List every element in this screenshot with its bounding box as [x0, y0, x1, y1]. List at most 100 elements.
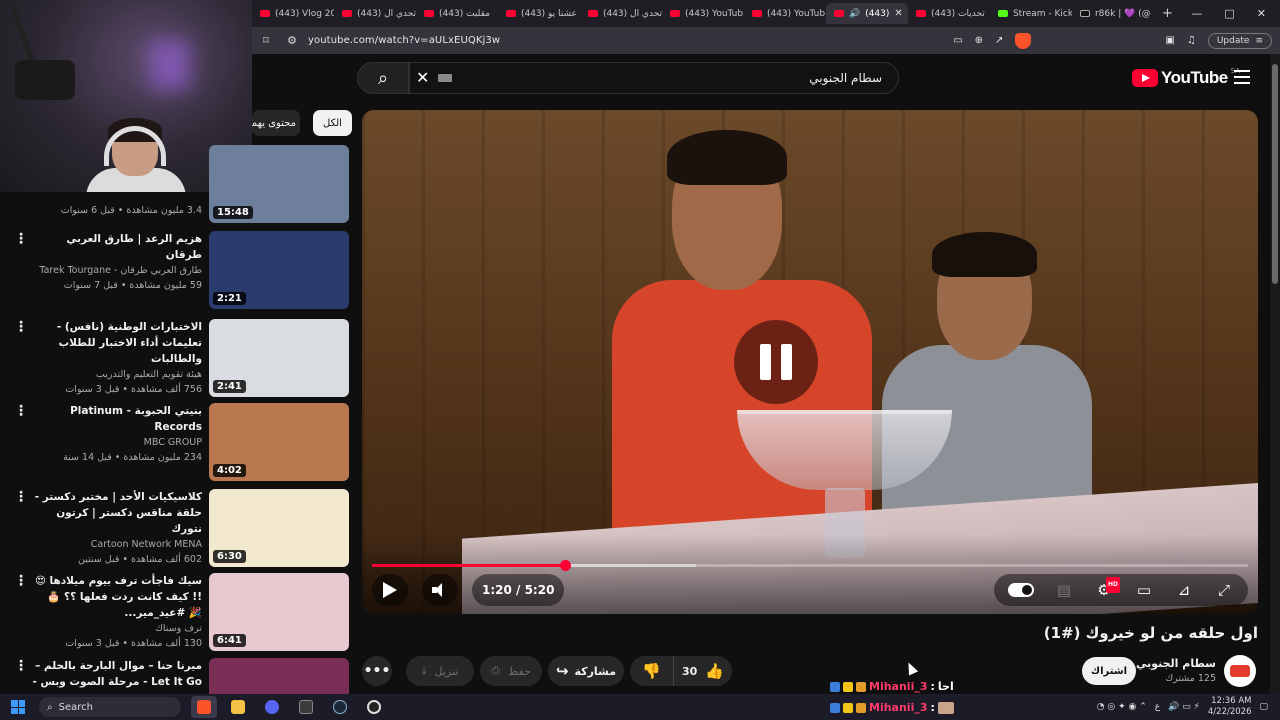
browser-tab[interactable]: Stream - Kick: [990, 3, 1072, 24]
recommendation-title[interactable]: الاختبارات الوطنية (نافس) - تعليمات أداء…: [32, 319, 202, 367]
clear-search-icon[interactable]: ✕: [416, 68, 429, 87]
download-button[interactable]: تنزيل ⤓: [406, 656, 474, 686]
search-button[interactable]: ⌕: [357, 62, 409, 94]
recommendation-card[interactable]: 4:02 بنيتي الحبوبة - Platinum Records MBC …: [0, 403, 350, 489]
youtube-logo[interactable]: YouTube SA: [1132, 67, 1240, 88]
browser-tab[interactable]: (443) مقلبت: [416, 3, 498, 24]
duration-badge: 2:21: [213, 292, 246, 305]
dislike-button[interactable]: 👎: [630, 656, 674, 686]
recommendation-thumbnail[interactable]: 6:30: [209, 489, 349, 567]
steam-icon[interactable]: [327, 696, 353, 718]
channel-avatar[interactable]: [1224, 655, 1256, 687]
subscribe-button[interactable]: اشتراك: [1082, 657, 1136, 685]
recommendation-thumbnail[interactable]: 2:41: [209, 319, 349, 397]
zoom-icon[interactable]: ⊕: [975, 35, 983, 46]
save-button[interactable]: حفظ ⎙: [480, 656, 542, 686]
install-app-icon[interactable]: ▭: [953, 35, 962, 46]
recommendation-card[interactable]: 2:21 هزيم الرعد | طارق العربي طرقان طارق ا…: [0, 231, 350, 317]
recommendation-card[interactable]: 6:41 سيك فاجأت ترف بيوم ميلادها 😍 !! كيف …: [0, 573, 350, 659]
recommendation-channel[interactable]: ترف وسناك: [32, 621, 202, 636]
guide-menu-icon[interactable]: [1234, 70, 1250, 88]
recommendation-thumbnail[interactable]: 4:02: [209, 403, 349, 481]
share-button[interactable]: مشاركة ↪: [548, 656, 624, 686]
browser-tab[interactable]: (443) تحدي ال: [334, 3, 416, 24]
recommendation-thumbnail[interactable]: 6:41: [209, 573, 349, 651]
bookmark-icon[interactable]: ⌑: [256, 34, 276, 47]
chip-related[interactable]: محتوى يهمك: [252, 110, 300, 136]
tab-close-icon[interactable]: ✕: [894, 8, 902, 19]
url-field[interactable]: youtube.com/watch?v=aULxEUQKj3w: [308, 35, 500, 46]
discord-icon[interactable]: [259, 696, 285, 718]
browser-tab[interactable]: (443) Vlog 20: [252, 3, 334, 24]
maximize-button[interactable]: □: [1224, 7, 1234, 20]
media-icon[interactable]: ♫: [1187, 35, 1196, 46]
sidebar-toggle-icon[interactable]: ▣: [1165, 35, 1174, 46]
like-button[interactable]: 30 👍: [674, 662, 732, 680]
cast-icon[interactable]: ⊿: [1174, 582, 1194, 598]
more-options-icon[interactable]: ⋮: [14, 403, 28, 419]
browser-tab[interactable]: r86k | 💜 (@: [1072, 3, 1154, 24]
network-volume-icons[interactable]: 🔊 ▭ ⚡: [1168, 702, 1200, 712]
minimize-button[interactable]: —: [1191, 7, 1202, 20]
new-tab-button[interactable]: +: [1162, 6, 1173, 21]
brave-shield-icon[interactable]: [1015, 32, 1032, 49]
recommendation-thumbnail[interactable]: 2:21: [209, 231, 349, 309]
play-button[interactable]: [372, 574, 408, 606]
mute-button[interactable]: [422, 574, 458, 606]
recommendation-card[interactable]: 15:48 3.4 مليون مشاهدة • قبل 6 سنوات: [0, 145, 350, 231]
browser-tab[interactable]: (443) تحديات: [908, 3, 990, 24]
recommendation-card[interactable]: 2:41 الاختبارات الوطنية (نافس) - تعليمات …: [0, 319, 350, 405]
keyboard-icon[interactable]: [438, 74, 452, 82]
windows-start-icon[interactable]: [11, 700, 25, 714]
theater-mode-icon[interactable]: ▭: [1134, 582, 1154, 598]
search-input[interactable]: سطام الجنوبي: [409, 62, 899, 94]
close-window-button[interactable]: ✕: [1257, 7, 1266, 20]
brave-app-icon[interactable]: [191, 696, 217, 718]
file-explorer-icon[interactable]: [225, 696, 251, 718]
more-options-icon[interactable]: ⋮: [14, 658, 28, 674]
chip-all[interactable]: الكل: [313, 110, 352, 136]
scrollbar-thumb[interactable]: [1272, 64, 1278, 284]
keyboard-lang[interactable]: ع: [1155, 702, 1160, 712]
more-actions-button[interactable]: •••: [362, 656, 392, 686]
recommendation-title[interactable]: كلاسيكيات الأحد | مختبر دكستر - حلقة منا…: [32, 489, 202, 537]
page-scrollbar[interactable]: [1270, 54, 1280, 694]
clock[interactable]: 12:36 AM 4/22/2026: [1208, 696, 1252, 718]
obs-icon[interactable]: [361, 696, 387, 718]
browser-tab[interactable]: (443) عشنا يو: [498, 3, 580, 24]
recommendation-channel[interactable]: طارق العربي طرقان - Tarek Tourgane: [32, 263, 202, 278]
recommendation-title[interactable]: سيك فاجأت ترف بيوم ميلادها 😍 !! كيف كانت…: [32, 573, 202, 621]
subtitles-icon[interactable]: ▤: [1054, 582, 1074, 598]
more-options-icon[interactable]: ⋮: [14, 231, 28, 247]
browser-tab[interactable]: 🔊 (443) ✕: [825, 3, 908, 24]
recommendation-channel[interactable]: MBC GROUP: [32, 435, 202, 450]
more-options-icon[interactable]: ⋮: [14, 489, 28, 505]
autoplay-toggle[interactable]: [1008, 583, 1034, 597]
site-info-icon[interactable]: ⚙: [282, 34, 302, 47]
share-page-icon[interactable]: ↗: [995, 35, 1003, 46]
xbox-icon[interactable]: [293, 696, 319, 718]
recommendation-card[interactable]: 6:30 كلاسيكيات الأحد | مختبر دكستر - حلقة…: [0, 489, 350, 575]
video-player[interactable]: 1:20 / 5:20 ▤ ⚙ HD ▭ ⊿ ⤢: [362, 110, 1258, 614]
recommendation-title[interactable]: هزيم الرعد | طارق العربي طرقان: [32, 231, 202, 263]
settings-icon[interactable]: ⚙ HD: [1094, 577, 1120, 598]
update-button[interactable]: Update ≡: [1207, 32, 1272, 49]
browser-tab[interactable]: (443) YouTub: [744, 3, 826, 24]
fullscreen-icon[interactable]: ⤢: [1214, 582, 1234, 598]
scrubber-handle[interactable]: [559, 560, 571, 571]
more-options-icon[interactable]: ⋮: [14, 573, 28, 589]
progress-bar[interactable]: [372, 560, 1248, 571]
recommendation-channel[interactable]: هيئة تقويم التعليم والتدريب: [32, 367, 202, 382]
recommendation-title[interactable]: بنيتي الحبوبة - Platinum Records: [32, 403, 202, 435]
more-options-icon[interactable]: ⋮: [14, 319, 28, 335]
recommendation-thumbnail[interactable]: 15:48: [209, 145, 349, 223]
pause-indicator-icon[interactable]: [734, 320, 818, 404]
browser-tab[interactable]: (443) تحدي ال: [580, 3, 662, 24]
notifications-icon[interactable]: ▢: [1259, 702, 1268, 712]
tray-apps-icon[interactable]: ◔ ◎ ✦ ◉ ⌃: [1097, 702, 1147, 712]
taskbar-search[interactable]: ⌕ Search: [39, 697, 181, 717]
browser-tab[interactable]: (443) YouTub: [662, 3, 744, 24]
mouse-cursor: [903, 660, 919, 676]
tab-audio-icon[interactable]: 🔊: [849, 9, 860, 19]
recommendation-channel[interactable]: Cartoon Network MENA: [32, 537, 202, 552]
